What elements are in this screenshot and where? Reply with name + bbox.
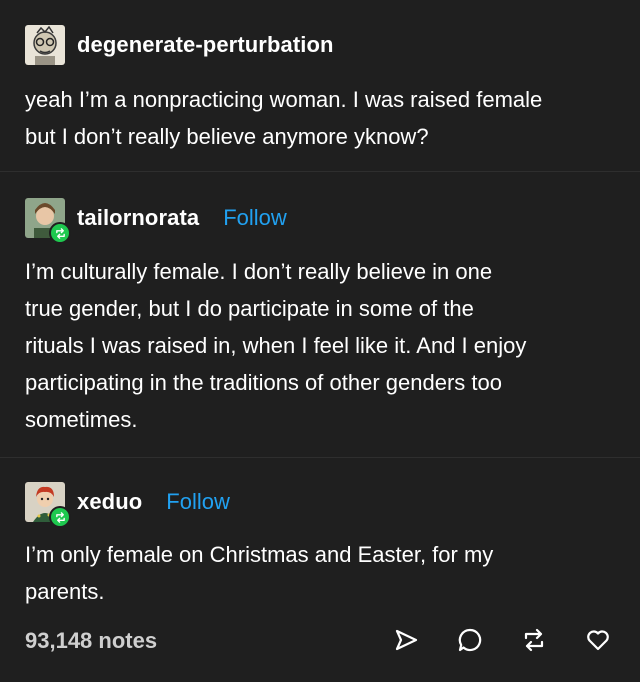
- avatar-xeduo[interactable]: [25, 482, 71, 528]
- reply-icon[interactable]: [456, 626, 484, 654]
- reblog-icon[interactable]: [520, 626, 548, 654]
- username[interactable]: degenerate-perturbation: [77, 32, 334, 58]
- text-line: participating in the traditions of other…: [25, 370, 502, 395]
- post-1: degenerate-perturbation yeah I’m a nonpr…: [0, 0, 640, 172]
- text-line: rituals I was raised in, when I feel lik…: [25, 333, 527, 358]
- post-3-text: I’m only female on Christmas and Easter,…: [25, 536, 625, 610]
- reblog-badge-icon: [49, 506, 71, 528]
- username[interactable]: xeduo: [77, 489, 142, 515]
- avatar-degenerate-perturbation[interactable]: [25, 25, 65, 65]
- post-footer: 93,148 notes: [0, 620, 640, 666]
- follow-button[interactable]: Follow: [223, 205, 287, 231]
- action-bar: [392, 626, 612, 654]
- avatar-tailornorata[interactable]: [25, 198, 71, 244]
- reblog-badge-icon: [49, 222, 71, 244]
- post-2: tailornorata Follow I’m culturally femal…: [0, 172, 640, 458]
- post-2-text: I’m culturally female. I don’t really be…: [25, 253, 625, 438]
- text-line: I’m only female on Christmas and Easter,…: [25, 542, 494, 567]
- text-line: parents.: [25, 579, 105, 604]
- text-line: true gender, but I do participate in som…: [25, 296, 474, 321]
- post-1-header: degenerate-perturbation: [25, 25, 334, 65]
- like-icon[interactable]: [584, 626, 612, 654]
- text-line: sometimes.: [25, 407, 138, 432]
- share-icon[interactable]: [392, 626, 420, 654]
- post-2-header: tailornorata Follow: [25, 198, 287, 244]
- text-line: but I don’t really believe anymore yknow…: [25, 124, 429, 149]
- post-3-header: xeduo Follow: [25, 482, 230, 528]
- text-line: yeah I’m a nonpracticing woman. I was ra…: [25, 87, 543, 112]
- follow-button[interactable]: Follow: [166, 489, 230, 515]
- text-line: I’m culturally female. I don’t really be…: [25, 259, 493, 284]
- notes-count[interactable]: 93,148 notes: [25, 628, 157, 654]
- post-1-text: yeah I’m a nonpracticing woman. I was ra…: [25, 81, 625, 155]
- username[interactable]: tailornorata: [77, 205, 199, 231]
- post-3: xeduo Follow I’m only female on Christma…: [0, 458, 640, 620]
